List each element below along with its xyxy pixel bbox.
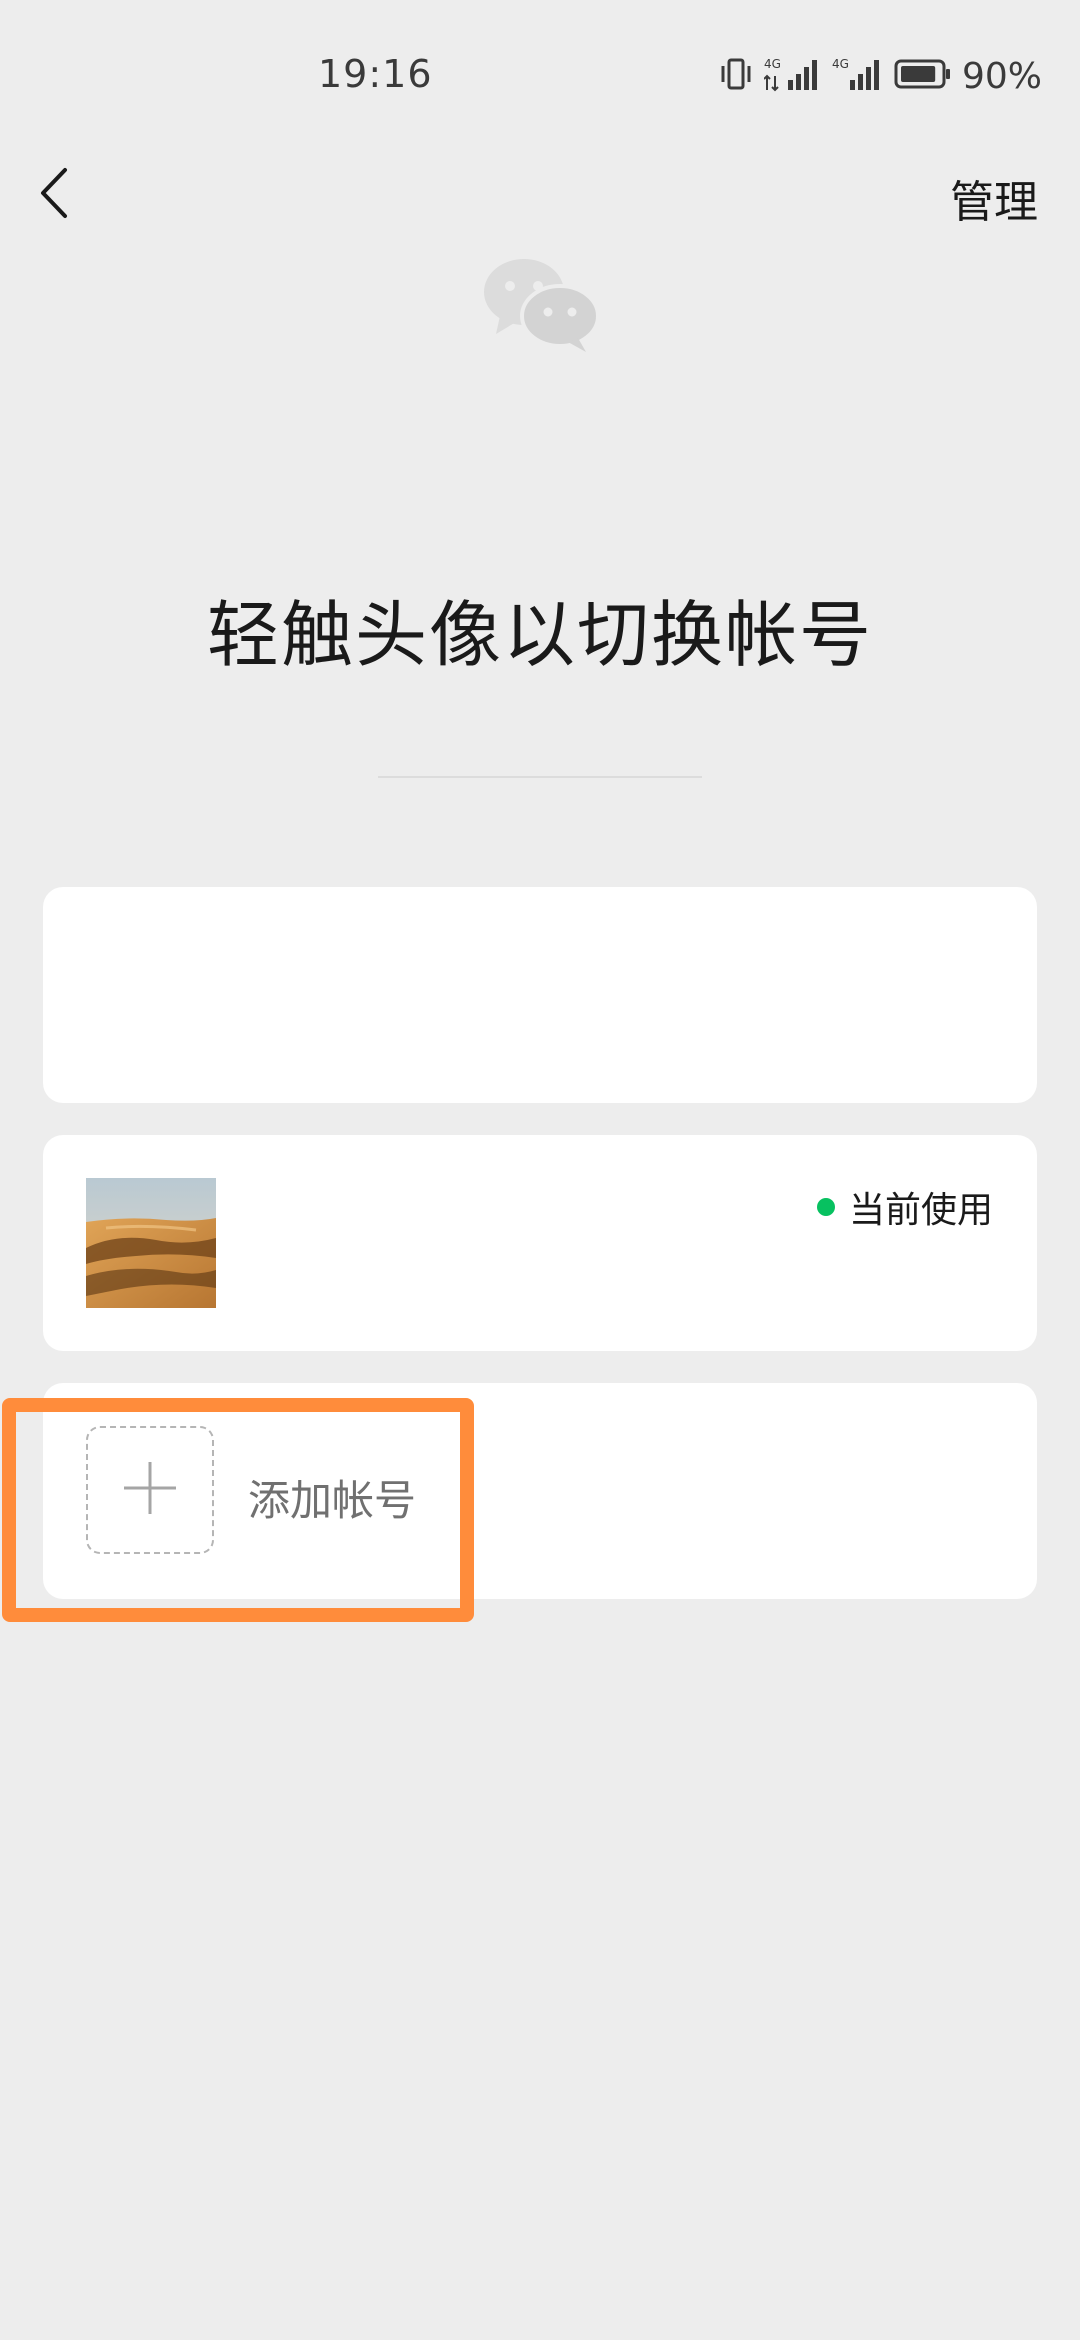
status-time: 19:16 (318, 52, 433, 96)
current-status: 当前使用 (816, 1181, 993, 1233)
manage-button[interactable]: 管理 (950, 166, 1038, 230)
back-button[interactable] (30, 160, 80, 230)
signal-4g-icon-2: 4G (832, 56, 884, 96)
status-dot (816, 1198, 835, 1216)
signal-2-label: 4G (832, 57, 849, 71)
battery-icon (894, 57, 952, 95)
add-account-button[interactable] (86, 1426, 214, 1554)
account-card-blank[interactable] (43, 887, 1037, 1103)
chevron-left-icon (39, 166, 71, 224)
title-divider (378, 776, 702, 778)
status-icons: 4G 4G 90% (708, 55, 1042, 97)
vibrate-icon (718, 56, 754, 96)
add-account-card[interactable]: 添加帐号 (43, 1383, 1037, 1599)
signal-1-label: 4G (764, 57, 781, 71)
battery-percent: 90% (961, 55, 1042, 97)
current-status-label: 当前使用 (848, 1190, 993, 1231)
page-title: 轻触头像以切换帐号 (206, 593, 873, 677)
plus-icon (122, 1460, 178, 1520)
account-switch-page: 19:16 4G 4G 90% 管理 轻触头像以切换帐号 当前使用 添加帐号 (0, 0, 1080, 2340)
status-bar: 19:16 4G 4G 90% (0, 0, 1080, 150)
signal-4g-icon-1: 4G (763, 56, 822, 96)
wechat-logo-icon (482, 256, 602, 352)
avatar[interactable] (86, 1178, 216, 1308)
account-card-current[interactable]: 当前使用 (43, 1135, 1037, 1351)
add-account-label[interactable]: 添加帐号 (248, 1467, 416, 1528)
